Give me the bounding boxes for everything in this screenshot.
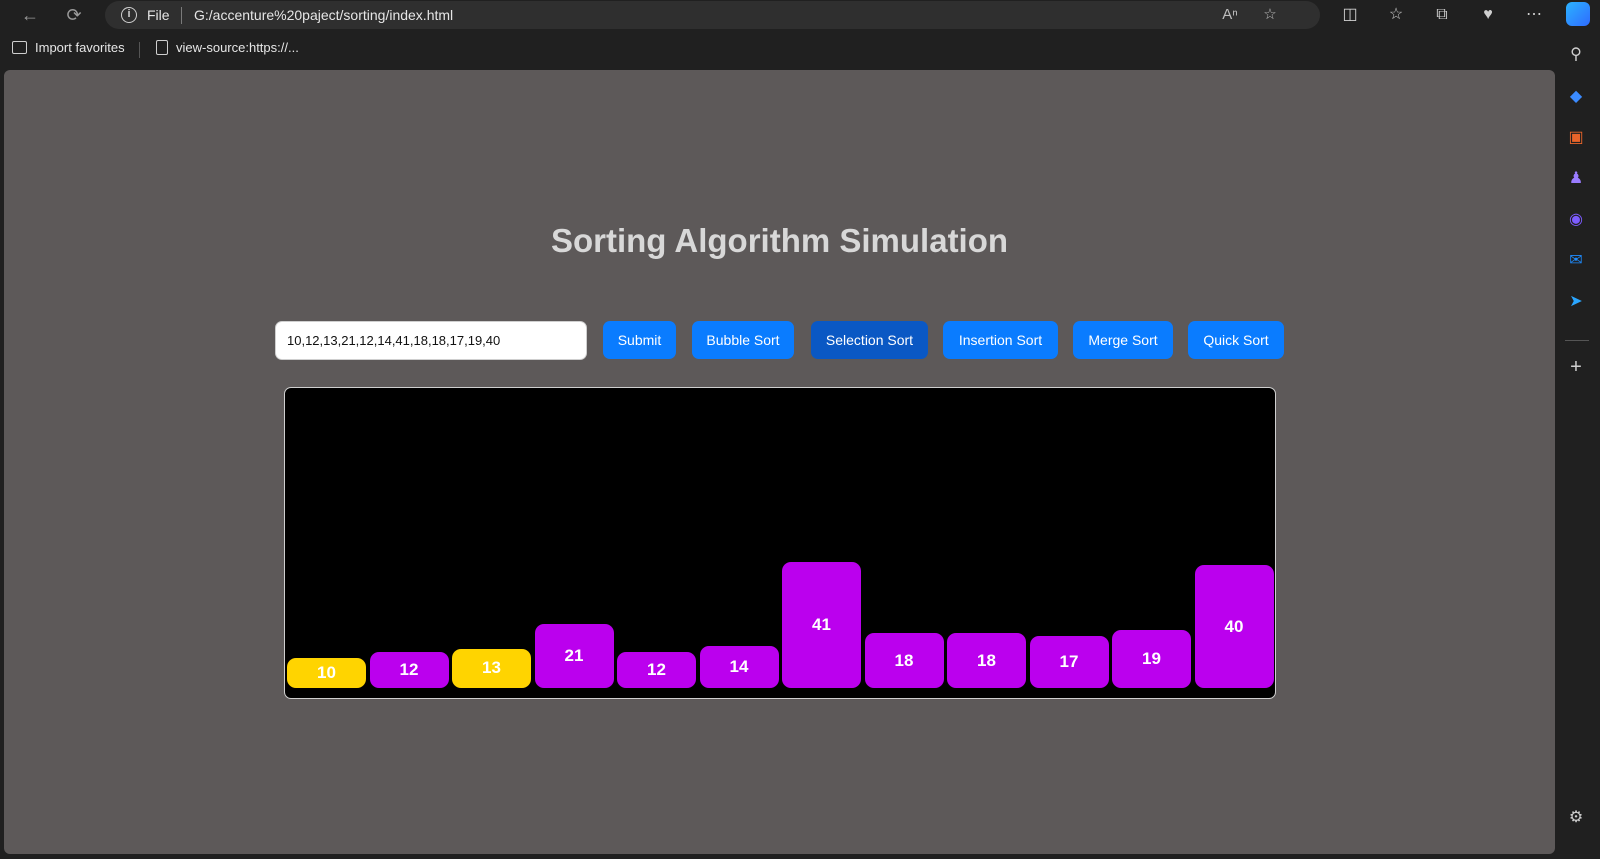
bar-8: 18 [947, 633, 1026, 688]
url-text[interactable]: G:/accenture%20paject/sorting/index.html [194, 7, 453, 23]
insertion-sort-button[interactable]: Insertion Sort [943, 321, 1058, 359]
favorite-view-source-label: view-source:https://... [176, 40, 299, 55]
back-arrow-icon[interactable]: ← [18, 3, 42, 27]
shopping-tag-icon[interactable]: ◆ [1563, 84, 1589, 110]
favorite-star-icon[interactable]: ☆ [1260, 5, 1280, 25]
browser-sidebar: ⚲ ◆ ▣ ♟ ◉ ✉ ➤ + ⚙ [1555, 30, 1600, 859]
bar-11: 40 [1194, 565, 1274, 688]
search-icon[interactable]: ⚲ [1563, 42, 1589, 68]
bar-5: 14 [699, 645, 779, 688]
refresh-icon[interactable]: ⟳ [62, 3, 86, 27]
bar-3: 21 [534, 623, 614, 688]
bar-2: 13 [452, 648, 531, 688]
more-options-icon[interactable]: ⋯ [1522, 3, 1546, 27]
selection-sort-button[interactable]: Selection Sort [811, 321, 928, 359]
array-input[interactable] [275, 321, 587, 360]
bubble-sort-button[interactable]: Bubble Sort [692, 321, 794, 359]
bar-4: 12 [617, 651, 696, 688]
games-icon[interactable]: ♟ [1563, 166, 1589, 192]
outlook-icon[interactable]: ✉ [1563, 248, 1589, 274]
bar-1: 12 [369, 651, 449, 688]
sorting-visualization: 10 12 13 21 12 14 41 18 18 17 19 40 [284, 387, 1276, 699]
quick-sort-button[interactable]: Quick Sort [1188, 321, 1284, 359]
favorites-bar: Import favorites view-source:https://... [0, 30, 1555, 70]
bar-6: 41 [782, 561, 861, 688]
favorite-import-label: Import favorites [35, 40, 125, 55]
favorites-icon[interactable]: ☆ [1384, 3, 1408, 27]
sidebar-separator [1565, 340, 1589, 341]
add-icon[interactable]: + [1563, 354, 1589, 380]
read-aloud-icon[interactable]: Aⁿ [1220, 5, 1240, 25]
send-icon[interactable]: ➤ [1563, 289, 1589, 315]
tools-icon[interactable]: ▣ [1563, 125, 1589, 151]
address-bar[interactable]: i File G:/accenture%20paject/sorting/ind… [105, 1, 1320, 29]
favorites-separator [139, 42, 140, 58]
merge-sort-button[interactable]: Merge Sort [1073, 321, 1173, 359]
file-label: File [147, 7, 170, 23]
bar-7: 18 [864, 633, 944, 688]
bar-0: 10 [287, 658, 366, 688]
bar-9: 17 [1029, 636, 1109, 688]
page-title: Sorting Algorithm Simulation [550, 222, 1009, 259]
split-screen-icon[interactable]: ◫ [1338, 3, 1362, 27]
favorite-import[interactable]: Import favorites [12, 40, 125, 55]
browser-toolbar: ← ⟳ i File G:/accenture%20paject/sorting… [0, 0, 1600, 30]
copilot-icon[interactable] [1566, 2, 1590, 26]
submit-button[interactable]: Submit [603, 321, 676, 359]
page-viewport: Sorting Algorithm Simulation Submit Bubb… [4, 70, 1555, 854]
page-icon [156, 40, 168, 55]
collections-icon[interactable]: ⧉ [1430, 3, 1454, 27]
info-icon[interactable]: i [121, 7, 137, 23]
bar-10: 19 [1112, 630, 1191, 688]
import-favorites-icon [12, 41, 27, 54]
browser-essentials-icon[interactable]: ♥ [1476, 3, 1500, 27]
settings-gear-icon[interactable]: ⚙ [1563, 805, 1589, 831]
address-separator [181, 7, 182, 24]
favorite-view-source[interactable]: view-source:https://... [156, 40, 299, 55]
copilot-app-icon[interactable]: ◉ [1563, 207, 1589, 233]
